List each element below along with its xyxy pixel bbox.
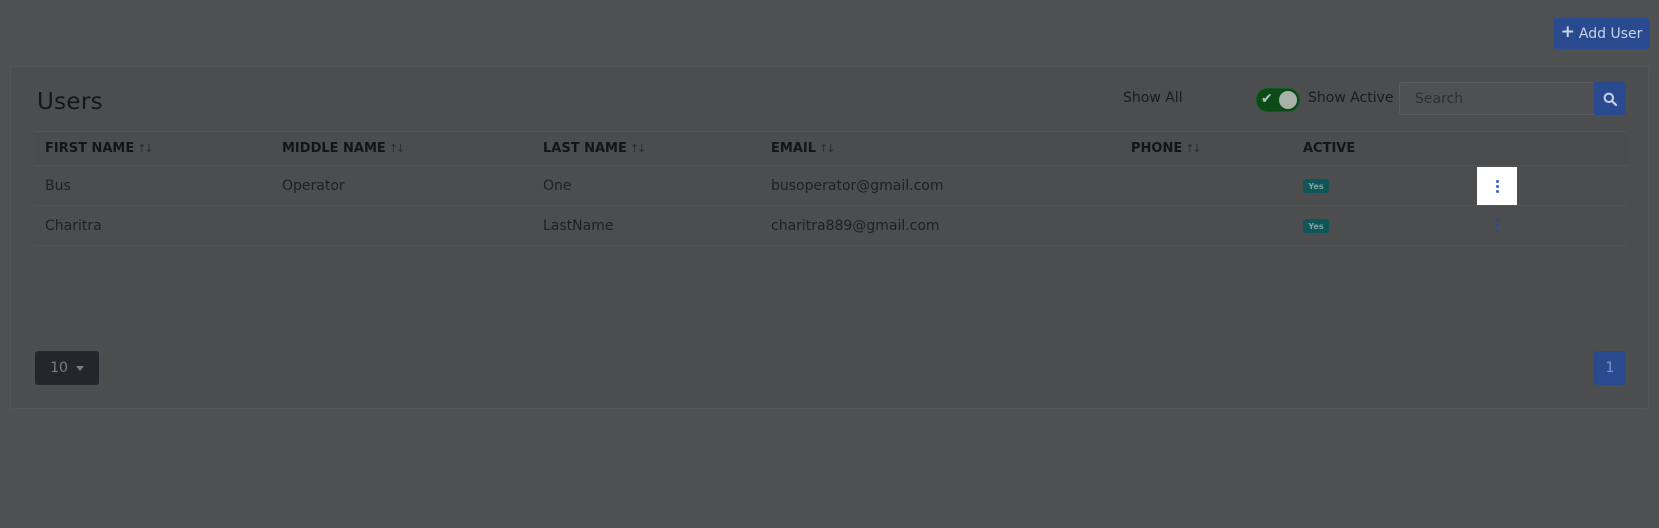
cell-middle-name: Operator xyxy=(282,178,345,194)
sort-arrows-icon[interactable]: ↑↓ xyxy=(137,142,154,155)
active-status-badge: Yes xyxy=(1303,219,1329,233)
check-icon: ✔ xyxy=(1261,91,1273,107)
column-header-active: ACTIVE xyxy=(1303,141,1356,156)
search-button[interactable] xyxy=(1594,82,1626,115)
users-card: Users Show All ✔ Show Active FIRST NAME … xyxy=(10,66,1649,409)
kebab-menu-icon xyxy=(1495,179,1499,193)
caret-down-icon xyxy=(75,365,84,371)
page-title: Users xyxy=(37,89,103,115)
active-status-badge: Yes xyxy=(1303,179,1329,193)
table-header: FIRST NAME ↑↓ MIDDLE NAME ↑↓ LAST NAME ↑… xyxy=(35,131,1627,166)
pagination-page-button[interactable]: 1 xyxy=(1594,351,1626,385)
column-header-phone[interactable]: PHONE ↑↓ xyxy=(1131,141,1202,156)
column-header-first-name[interactable]: FIRST NAME ↑↓ xyxy=(45,141,154,156)
cell-email: charitra889@gmail.com xyxy=(771,218,940,234)
toggle-knob xyxy=(1279,91,1297,109)
cell-first-name: Bus xyxy=(45,178,71,194)
column-header-middle-name[interactable]: MIDDLE NAME ↑↓ xyxy=(282,141,406,156)
add-user-label: Add User xyxy=(1578,25,1643,42)
column-header-email[interactable]: EMAIL ↑↓ xyxy=(771,141,836,156)
table-row: Charitra LastName charitra889@gmail.com … xyxy=(35,206,1627,246)
sort-arrows-icon[interactable]: ↑↓ xyxy=(389,142,406,155)
plus-icon: + xyxy=(1560,22,1575,42)
cell-email: busoperator@gmail.com xyxy=(771,178,944,194)
show-active-toggle[interactable]: ✔ xyxy=(1256,88,1300,112)
page-size-dropdown[interactable]: 10 xyxy=(35,351,99,385)
table-row: Bus Operator One busoperator@gmail.com Y… xyxy=(35,166,1627,206)
sort-arrows-icon[interactable]: ↑↓ xyxy=(1185,142,1202,155)
cell-last-name: LastName xyxy=(543,218,614,234)
row-actions-menu-button[interactable] xyxy=(1477,206,1517,244)
column-header-last-name[interactable]: LAST NAME ↑↓ xyxy=(543,141,647,156)
kebab-menu-icon xyxy=(1495,218,1499,232)
show-active-label: Show Active xyxy=(1308,90,1394,106)
search-input[interactable] xyxy=(1399,82,1605,115)
add-user-button[interactable]: + Add User xyxy=(1553,18,1650,49)
sort-arrows-icon[interactable]: ↑↓ xyxy=(819,142,836,155)
row-actions-menu-button[interactable] xyxy=(1477,167,1517,205)
search-icon xyxy=(1603,92,1617,106)
cell-first-name: Charitra xyxy=(45,218,102,234)
cell-last-name: One xyxy=(543,178,572,194)
show-all-label: Show All xyxy=(1123,90,1183,106)
page-size-value: 10 xyxy=(50,360,68,376)
sort-arrows-icon[interactable]: ↑↓ xyxy=(630,142,647,155)
